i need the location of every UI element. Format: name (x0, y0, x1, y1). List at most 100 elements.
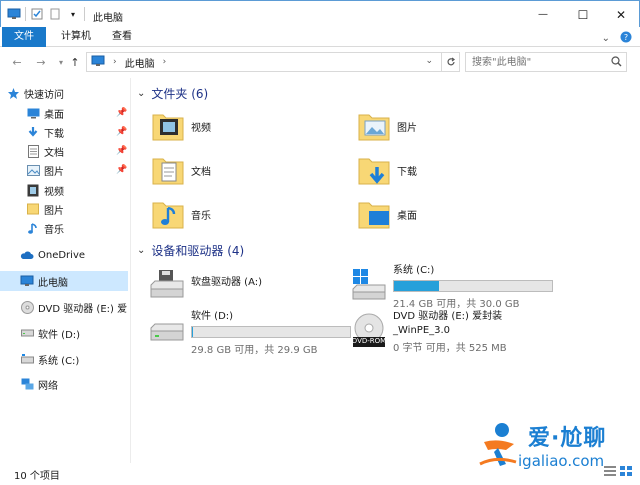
nav-item-network[interactable]: 网络 (20, 374, 148, 394)
nav-label: 音乐 (44, 224, 64, 236)
address-dropdown-icon[interactable]: ⌄ (425, 56, 433, 66)
folder-videos[interactable]: 视频 (151, 106, 211, 146)
desktop-icon (26, 106, 40, 120)
computer-icon (20, 274, 34, 288)
forward-arrow-icon: → (36, 55, 46, 69)
breadcrumb-this-pc[interactable]: 此电脑 (125, 55, 155, 70)
folder-downloads[interactable]: 下载 (357, 150, 417, 190)
watermark-url: igaliao.com (518, 452, 605, 470)
nav-label: 软件 (D:) (38, 329, 81, 341)
drive-floppy-a[interactable]: 软盘驱动器 (A:) (147, 264, 262, 304)
nav-label: 图片 (44, 205, 64, 217)
breadcrumb-separator-icon[interactable]: › (113, 57, 117, 67)
nav-item-dvd[interactable]: DVD 驱动器 (E:) 爱 (20, 297, 130, 317)
toolbar-separator (25, 7, 26, 21)
nav-item-this-pc[interactable]: 此电脑 (0, 271, 128, 291)
nav-label: 桌面 (44, 109, 64, 121)
chevron-down-icon[interactable]: ⌄ (137, 88, 145, 99)
nav-label: 图片 (44, 166, 64, 178)
system-drive-icon (349, 264, 389, 304)
nav-quick-access[interactable]: 快速访问 (6, 83, 134, 103)
title-bar: ▾ 此电脑 — ☐ ✕ (0, 0, 640, 27)
network-icon (20, 377, 34, 391)
new-folder-icon[interactable] (48, 7, 62, 21)
folder-label: 文档 (191, 166, 211, 178)
quick-access-toolbar: ▾ (7, 7, 85, 21)
document-icon (26, 144, 40, 158)
pin-icon[interactable]: 📌 (116, 146, 127, 156)
nav-item-drive-d[interactable]: 软件 (D:) (20, 323, 148, 343)
refresh-icon (446, 57, 455, 66)
chevron-down-icon[interactable]: ⌄ (137, 245, 145, 256)
maximize-button[interactable]: ☐ (563, 1, 603, 28)
drive-dvd-e[interactable]: DVD-ROM DVD 驱动器 (E:) 爱封装 _WinPE_3.0 0 字节… (349, 310, 507, 354)
expand-ribbon-icon[interactable]: ⌄ (602, 33, 610, 44)
large-icons-view-icon[interactable] (620, 466, 632, 479)
view-buttons (604, 466, 632, 479)
hard-drive-icon (20, 326, 34, 340)
video-folder-icon (152, 114, 184, 141)
picture-icon (26, 163, 40, 177)
search-icon[interactable] (611, 56, 622, 70)
desktop-folder-icon (358, 202, 390, 229)
drive-name-line2: _WinPE_3.0 (393, 325, 451, 336)
mascot-logo-icon (479, 423, 517, 466)
star-icon (6, 86, 20, 100)
details-view-icon[interactable] (604, 466, 616, 479)
refresh-button[interactable] (441, 53, 459, 71)
search-box[interactable] (465, 52, 627, 72)
folder-music[interactable]: 音乐 (151, 194, 211, 234)
nav-item-drive-c[interactable]: 系统 (C:) (20, 349, 148, 369)
nav-label: 快速访问 (24, 89, 64, 101)
group-header-folders[interactable]: ⌄ 文件夹 (6) (137, 85, 208, 102)
music-icon (26, 221, 40, 235)
recent-locations-button[interactable]: ▾ (54, 55, 68, 69)
tab-file[interactable]: 文件 (2, 27, 46, 47)
dvd-icon (20, 300, 34, 314)
search-input[interactable] (466, 53, 604, 71)
forward-button[interactable]: → (34, 55, 48, 69)
nav-label: DVD 驱动器 (E:) 爱 (38, 303, 128, 315)
item-count: 10 个项目 (14, 471, 60, 482)
drive-name: 软盘驱动器 (A:) (191, 277, 263, 288)
tab-computer[interactable]: 计算机 (52, 27, 100, 47)
minimize-button[interactable]: — (523, 1, 563, 28)
close-button[interactable]: ✕ (601, 1, 640, 28)
drive-system-c[interactable]: 系统 (C:) 21.4 GB 可用，共 30.0 GB (349, 264, 553, 310)
group-title: 文件夹 (6) (151, 87, 209, 101)
nav-label: 网络 (38, 380, 58, 392)
address-bar[interactable]: › 此电脑 › ⌄ (86, 52, 460, 72)
tab-view[interactable]: 查看 (104, 27, 140, 47)
up-button[interactable]: ↑ (68, 55, 82, 69)
drive-soft-d[interactable]: 软件 (D:) 29.8 GB 可用，共 29.9 GB (147, 310, 351, 356)
nav-label: 文档 (44, 147, 64, 159)
folder-label: 音乐 (191, 210, 211, 222)
nav-label: 下载 (44, 128, 64, 140)
group-header-drives[interactable]: ⌄ 设备和驱动器 (4) (137, 242, 244, 259)
folder-desktop[interactable]: 桌面 (357, 194, 417, 234)
folder-label: 视频 (191, 122, 211, 134)
nav-label: 系统 (C:) (38, 355, 80, 367)
maximize-icon: ☐ (577, 7, 589, 22)
customize-toolbar-icon[interactable]: ▾ (66, 7, 80, 21)
breadcrumb-separator-icon[interactable]: › (163, 57, 167, 67)
pin-icon[interactable]: 📌 (116, 165, 127, 175)
nav-label: OneDrive (38, 249, 86, 261)
nav-label: 视频 (44, 186, 64, 198)
back-arrow-icon: ← (12, 55, 22, 69)
folder-documents[interactable]: 文档 (151, 150, 211, 190)
navigation-bar: ← → ▾ ↑ › 此电脑 › ⌄ (0, 48, 640, 76)
folder-pictures[interactable]: 图片 (357, 106, 417, 146)
computer-icon (91, 55, 105, 70)
properties-icon[interactable] (30, 7, 44, 21)
pin-icon[interactable]: 📌 (116, 108, 127, 118)
folder-icon (26, 202, 40, 216)
drive-usage-bar (393, 280, 553, 292)
pin-icon[interactable]: 📌 (116, 127, 127, 137)
nav-item-onedrive[interactable]: OneDrive (20, 245, 148, 265)
help-icon[interactable]: ? (620, 31, 632, 46)
back-button[interactable]: ← (10, 55, 24, 69)
watermark-title: 爱·尬聊 (528, 426, 607, 451)
folder-label: 下载 (397, 166, 417, 178)
window-title: 此电脑 (93, 13, 123, 24)
